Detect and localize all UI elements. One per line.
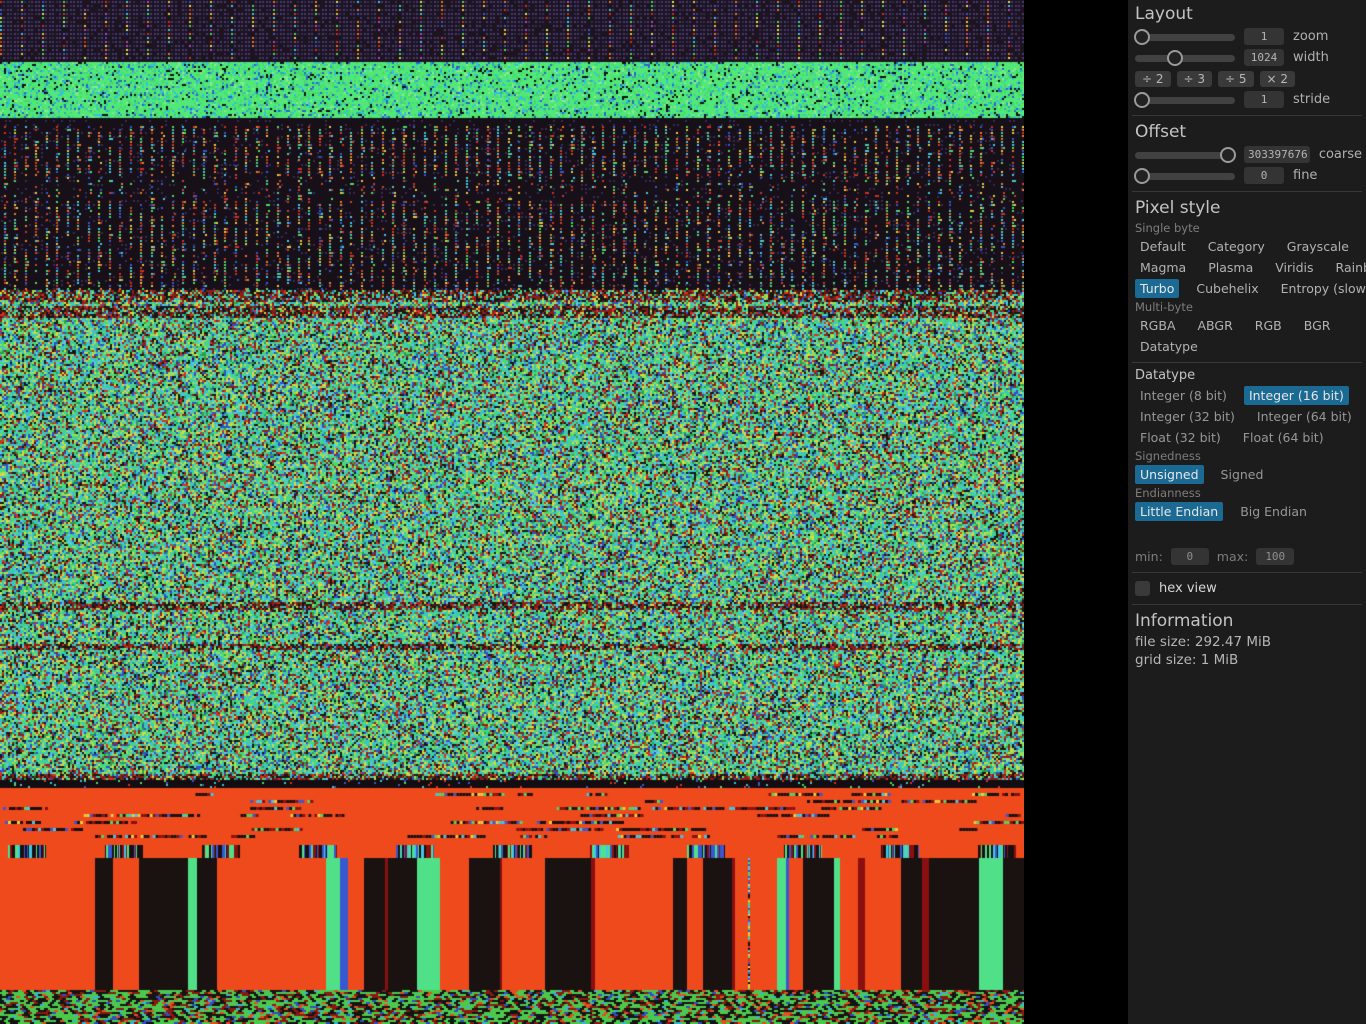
width-label: width	[1293, 50, 1329, 65]
max-value-field[interactable]: 100	[1256, 548, 1295, 565]
datatype-row-3: Float (32 bit) Float (64 bit)	[1135, 427, 1362, 448]
stride-slider[interactable]	[1134, 91, 1235, 108]
stride-slider-track[interactable]	[1135, 96, 1235, 104]
zoom-label: zoom	[1293, 29, 1329, 44]
fine-offset-slider-track[interactable]	[1135, 172, 1235, 180]
endianness-label: Endianness	[1135, 486, 1201, 500]
pixel-style-default-button[interactable]: Default	[1135, 237, 1191, 256]
unsigned-button[interactable]: Unsigned	[1135, 465, 1204, 484]
information-section-title: Information	[1135, 611, 1234, 631]
pixel-style-rainbow-button[interactable]: Rainbow	[1331, 258, 1366, 277]
width-value[interactable]: 1024	[1244, 49, 1284, 66]
divider	[1132, 604, 1362, 605]
width-slider[interactable]	[1135, 49, 1235, 66]
width-slider-track[interactable]	[1135, 54, 1235, 62]
single-byte-label: Single byte	[1135, 221, 1200, 235]
coarse-offset-label: coarse	[1318, 147, 1362, 162]
fine-offset-label: fine	[1293, 168, 1318, 183]
datatype-int32-button[interactable]: Integer (32 bit)	[1135, 407, 1240, 426]
datatype-int16-button[interactable]: Integer (16 bit)	[1243, 386, 1349, 405]
divide-3-button[interactable]: ÷ 3	[1176, 70, 1213, 87]
fine-offset-row: 0 fine	[1134, 165, 1362, 186]
grid-size-text: grid size: 1 MiB	[1135, 652, 1239, 668]
datatype-float32-button[interactable]: Float (32 bit)	[1135, 428, 1226, 447]
hex-view-checkbox[interactable]	[1135, 580, 1150, 596]
zoom-slider-handle[interactable]	[1134, 28, 1150, 45]
control-panel: Layout 1 zoom 1024 width ÷ 2 ÷ 3 ÷ 5 × 2…	[1128, 0, 1366, 1024]
multiply-2-button[interactable]: × 2	[1259, 70, 1296, 87]
coarse-offset-slider[interactable]	[1135, 146, 1236, 163]
fine-offset-slider-handle[interactable]	[1134, 167, 1150, 184]
divider	[1132, 191, 1362, 192]
divider	[1132, 362, 1362, 363]
zoom-slider-track[interactable]	[1135, 33, 1235, 41]
file-size-text: file size: 292.47 MiB	[1135, 634, 1272, 650]
signedness-row: Unsigned Signed	[1135, 464, 1362, 485]
multi-byte-row-1: RGBA ABGR RGB BGR	[1135, 315, 1362, 336]
pixel-style-entropy-button[interactable]: Entropy (slow)	[1276, 279, 1366, 298]
signed-button[interactable]: Signed	[1216, 465, 1269, 484]
pixel-style-viridis-button[interactable]: Viridis	[1270, 258, 1318, 277]
little-endian-button[interactable]: Little Endian	[1135, 502, 1224, 521]
max-label: max:	[1216, 549, 1249, 564]
pixel-style-rgba-button[interactable]: RGBA	[1135, 316, 1181, 335]
single-byte-row-2: Magma Plasma Viridis Rainbow	[1135, 257, 1366, 278]
fine-offset-slider[interactable]	[1134, 167, 1235, 184]
endianness-row: Little Endian Big Endian	[1135, 501, 1362, 522]
single-byte-row-3: Turbo Cubehelix Entropy (slow)	[1135, 278, 1366, 299]
offset-section-title: Offset	[1135, 122, 1187, 142]
coarse-offset-row: 303397676 coarse	[1135, 144, 1362, 165]
datatype-row-2: Integer (32 bit) Integer (64 bit)	[1135, 406, 1362, 427]
pixel-style-turbo-button[interactable]: Turbo	[1135, 279, 1180, 298]
hex-view-row: hex view	[1135, 577, 1362, 599]
coarse-offset-slider-handle[interactable]	[1220, 146, 1236, 163]
pixel-style-magma-button[interactable]: Magma	[1135, 258, 1191, 277]
zoom-row: 1 zoom	[1134, 26, 1362, 47]
min-value-field[interactable]: 0	[1170, 548, 1209, 565]
coarse-offset-value[interactable]: 303397676	[1244, 146, 1310, 163]
hex-view-label[interactable]: hex view	[1159, 581, 1217, 596]
divide-5-button[interactable]: ÷ 5	[1218, 70, 1254, 87]
width-row: 1024 width	[1135, 47, 1362, 68]
pixel-style-grayscale-button[interactable]: Grayscale	[1282, 237, 1354, 256]
pixel-style-cubehelix-button[interactable]: Cubehelix	[1191, 279, 1263, 298]
pixel-style-abgr-button[interactable]: ABGR	[1193, 316, 1238, 335]
fine-offset-value[interactable]: 0	[1244, 167, 1284, 184]
zoom-slider[interactable]	[1134, 28, 1235, 45]
stride-label: stride	[1293, 92, 1331, 107]
pixel-style-datatype-button[interactable]: Datatype	[1135, 337, 1203, 356]
multi-byte-row-2: Datatype	[1135, 336, 1362, 357]
divide-2-button[interactable]: ÷ 2	[1135, 70, 1171, 87]
stride-row: 1 stride	[1134, 89, 1362, 110]
big-endian-button[interactable]: Big Endian	[1235, 502, 1312, 521]
width-divide-buttons: ÷ 2 ÷ 3 ÷ 5 × 2	[1135, 68, 1362, 89]
signedness-label: Signedness	[1135, 449, 1201, 463]
pixel-style-section-title: Pixel style	[1135, 198, 1221, 218]
min-max-row: min: 0 max: 100	[1135, 546, 1362, 567]
datatype-section-label: Datatype	[1135, 368, 1196, 383]
min-label: min:	[1135, 549, 1163, 564]
pixel-style-plasma-button[interactable]: Plasma	[1203, 258, 1258, 277]
single-byte-row-1: Default Category Grayscale	[1135, 236, 1362, 257]
pixel-style-rgb-button[interactable]: RGB	[1250, 316, 1287, 335]
stride-slider-handle[interactable]	[1134, 91, 1150, 108]
datatype-row-1: Integer (8 bit) Integer (16 bit)	[1135, 385, 1362, 406]
zoom-value[interactable]: 1	[1244, 28, 1284, 45]
divider	[1132, 572, 1362, 573]
stride-value[interactable]: 1	[1244, 91, 1284, 108]
divider	[1132, 115, 1362, 116]
binary-data-view[interactable]	[0, 0, 1024, 1024]
width-slider-handle[interactable]	[1167, 49, 1183, 66]
layout-section-title: Layout	[1135, 4, 1193, 24]
multi-byte-label: Multi-byte	[1135, 300, 1193, 314]
pixel-style-category-button[interactable]: Category	[1203, 237, 1270, 256]
datatype-float64-button[interactable]: Float (64 bit)	[1238, 428, 1329, 447]
datatype-int64-button[interactable]: Integer (64 bit)	[1252, 407, 1357, 426]
pixel-style-bgr-button[interactable]: BGR	[1299, 316, 1336, 335]
datatype-int8-button[interactable]: Integer (8 bit)	[1135, 386, 1232, 405]
